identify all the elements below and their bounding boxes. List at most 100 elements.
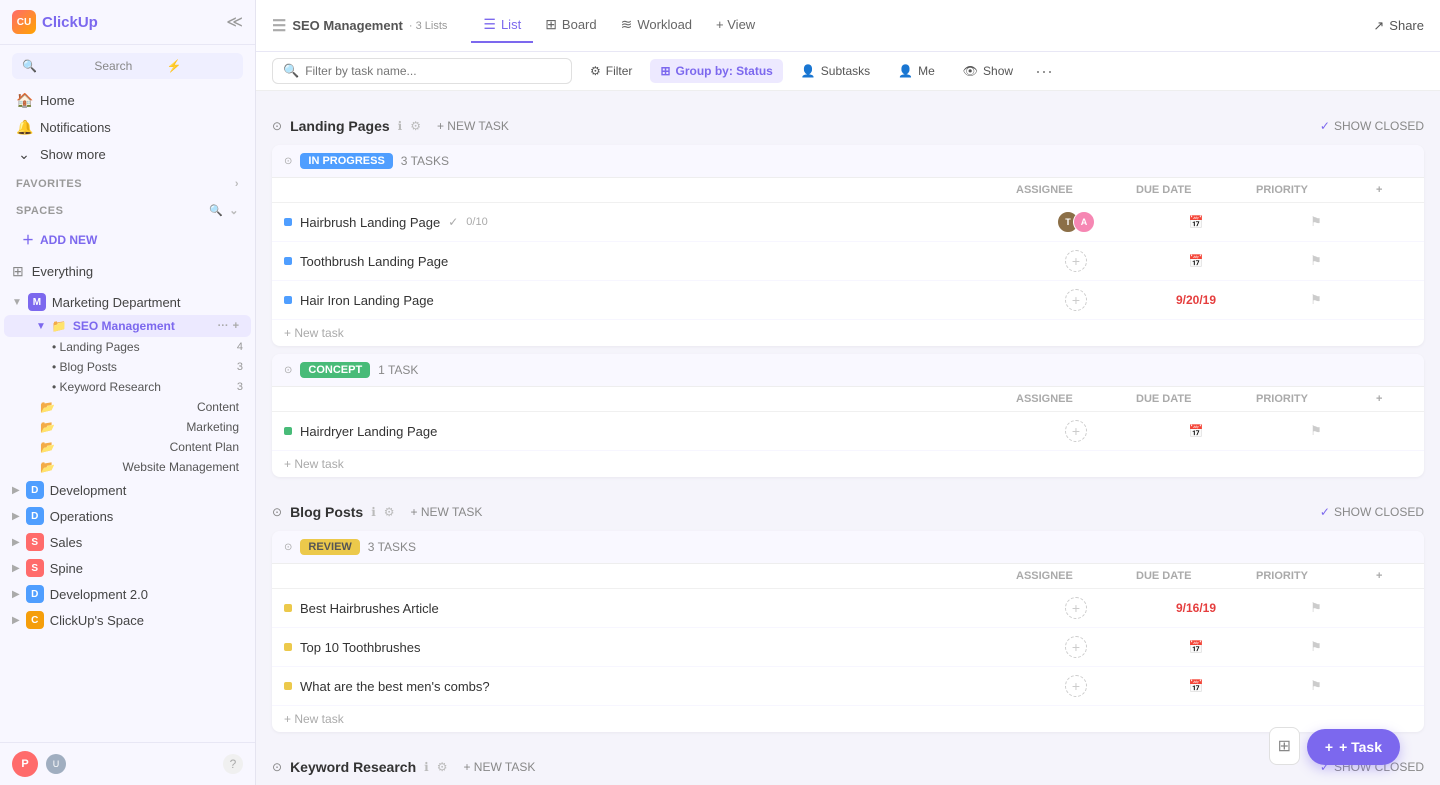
folder-icon-4: 📂	[40, 440, 55, 454]
sidebar-item-website-mgmt[interactable]: 📂 Website Management	[4, 457, 251, 477]
task-row[interactable]: Hairbrush Landing Page ✓ 0/10 T A 📅	[272, 203, 1424, 242]
plus-task-icon: +	[1325, 739, 1333, 755]
sidebar-item-show-more[interactable]: ⌄ Show more	[4, 141, 251, 168]
search-spaces-icon[interactable]: 🔍	[209, 204, 223, 217]
sidebar-bottom: P U ?	[0, 742, 255, 785]
sidebar-child-blog-posts[interactable]: • Blog Posts 3	[0, 357, 255, 377]
sidebar-item-notifications[interactable]: 🔔 Notifications	[4, 114, 251, 141]
help-button[interactable]: ?	[223, 754, 243, 774]
new-task-row-ip[interactable]: + New task	[272, 320, 1424, 346]
task-row[interactable]: Best Hairbrushes Article + 9/16/19 ⚑	[272, 589, 1424, 628]
app-logo[interactable]: CU ClickUp	[12, 10, 98, 34]
space-sales[interactable]: ▶ S Sales	[0, 529, 255, 555]
sidebar-child-landing-pages[interactable]: • Landing Pages 4	[0, 337, 255, 357]
new-task-lp[interactable]: + NEW TASK	[429, 115, 517, 137]
grid-view-button[interactable]: ⊞	[1269, 727, 1300, 765]
flag-icon-4: ⚑	[1310, 423, 1322, 439]
add-new-button[interactable]: ＋ ADD NEW	[8, 225, 247, 254]
chevron-right-icon[interactable]: ›	[235, 178, 239, 190]
settings-icon-lp[interactable]: ⚙	[410, 119, 421, 133]
me-button[interactable]: 👤 Me	[888, 59, 945, 83]
space-spine[interactable]: ▶ S Spine	[0, 555, 255, 581]
flag-icon-7: ⚑	[1310, 678, 1322, 694]
show-closed-lp[interactable]: ✓ SHOW CLOSED	[1320, 119, 1424, 133]
new-task-row-concept[interactable]: + New task	[272, 451, 1424, 477]
new-task-kr[interactable]: + NEW TASK	[455, 756, 543, 778]
task-search-input[interactable]	[305, 64, 561, 78]
task-row[interactable]: What are the best men's combs? + 📅 ⚑	[272, 667, 1424, 706]
settings-icon-bp[interactable]: ⚙	[384, 505, 395, 519]
space-development[interactable]: ▶ D Development	[0, 477, 255, 503]
space-operations[interactable]: ▶ D Operations	[0, 503, 255, 529]
space-dev2[interactable]: ▶ D Development 2.0	[0, 581, 255, 607]
sidebar: CU ClickUp ≪ 🔍 Search ⚡ 🏠 Home 🔔 Notific…	[0, 0, 256, 785]
tab-board[interactable]: ⊞ Board	[533, 8, 608, 43]
grid-icon: ⊞	[12, 263, 24, 280]
new-task-bp[interactable]: + NEW TASK	[403, 501, 491, 523]
sidebar-item-marketing[interactable]: 📂 Marketing	[4, 417, 251, 437]
sidebar-item-seo-management[interactable]: ▼ 📁 SEO Management ··· +	[4, 315, 251, 337]
more-options-icon[interactable]: ···	[218, 320, 229, 332]
share-icon: ↗	[1373, 18, 1384, 34]
add-to-seo-icon[interactable]: +	[233, 320, 239, 332]
tab-add-view[interactable]: + View	[704, 9, 767, 42]
sidebar-child-keyword-research[interactable]: • Keyword Research 3	[0, 377, 255, 397]
dev2-label: Development 2.0	[50, 587, 148, 602]
subtasks-button[interactable]: 👤 Subtasks	[791, 59, 880, 83]
task-search[interactable]: 🔍	[272, 58, 572, 84]
collapse-button[interactable]: ≪	[226, 12, 243, 32]
info-icon-lp[interactable]: ℹ	[398, 119, 403, 133]
add-new-label: ADD NEW	[40, 233, 97, 247]
task-row[interactable]: Hairdryer Landing Page + 📅 ⚑	[272, 412, 1424, 451]
add-task-button[interactable]: + + Task	[1307, 729, 1400, 765]
status-chevron-concept[interactable]: ⊙	[284, 365, 292, 376]
info-icon-bp[interactable]: ℹ	[371, 505, 376, 519]
info-icon-kr[interactable]: ℹ	[424, 760, 429, 774]
task-due-date-red: 9/20/19	[1136, 293, 1256, 307]
more-options-button[interactable]: ···	[1035, 61, 1053, 82]
task-assignee: +	[1016, 289, 1136, 311]
status-chevron-ip[interactable]: ⊙	[284, 156, 292, 167]
new-task-row-review[interactable]: + New task	[272, 706, 1424, 732]
sidebar-item-home[interactable]: 🏠 Home	[4, 87, 251, 114]
chevron-seo-icon: ▼	[36, 321, 46, 332]
filter-label: Filter	[606, 64, 633, 78]
me-label: Me	[918, 64, 935, 78]
chevron-down-spaces-icon[interactable]: ⌄	[229, 204, 239, 217]
sidebar-item-content-plan[interactable]: 📂 Content Plan	[4, 437, 251, 457]
tab-list[interactable]: ☰ List	[471, 8, 533, 43]
task-name: Hairdryer Landing Page	[284, 424, 1016, 439]
section-chevron-kr[interactable]: ⊙	[272, 760, 282, 774]
section-chevron-lp[interactable]: ⊙	[272, 119, 282, 133]
status-chevron-review[interactable]: ⊙	[284, 542, 292, 553]
settings-icon-kr[interactable]: ⚙	[437, 760, 448, 774]
status-badge-review: REVIEW	[300, 539, 359, 555]
task-row[interactable]: Toothbrush Landing Page + 📅 ⚑	[272, 242, 1424, 281]
space-dot-dev2: D	[26, 585, 44, 603]
calendar-icon-3: 📅	[1189, 424, 1204, 438]
calendar-icon-5: 📅	[1189, 679, 1204, 693]
show-closed-bp[interactable]: ✓ SHOW CLOSED	[1320, 505, 1424, 519]
section-chevron-bp[interactable]: ⊙	[272, 505, 282, 519]
group-by-button[interactable]: ⊞ Group by: Status	[650, 59, 782, 83]
chevron-sales-icon: ▶	[12, 537, 20, 548]
filter-button[interactable]: ⚙ Filter	[580, 59, 642, 83]
second-avatar[interactable]: U	[46, 754, 66, 774]
space-marketing[interactable]: ▼ M Marketing Department	[0, 289, 255, 315]
search-box[interactable]: 🔍 Search ⚡	[12, 53, 243, 79]
tab-workload[interactable]: ≋ Workload	[609, 8, 704, 43]
space-clickup[interactable]: ▶ C ClickUp's Space	[0, 607, 255, 633]
project-sub: · 3 Lists	[409, 20, 448, 32]
list-tab-icon: ☰	[483, 16, 496, 33]
show-button[interactable]: 👁 Show	[953, 59, 1023, 83]
flag-icon-3: ⚑	[1310, 292, 1322, 308]
share-button[interactable]: ↗ Share	[1373, 18, 1424, 34]
check-icon: ✓	[448, 215, 458, 229]
task-row[interactable]: Hair Iron Landing Page + 9/20/19 ⚑	[272, 281, 1424, 320]
sidebar-item-everything[interactable]: ⊞ Everything	[0, 258, 255, 285]
user-avatar[interactable]: P	[12, 751, 38, 777]
task-row[interactable]: Top 10 Toothbrushes + 📅 ⚑	[272, 628, 1424, 667]
lightning-icon: ⚡	[167, 59, 233, 73]
task-due-date-red-2: 9/16/19	[1136, 601, 1256, 615]
sidebar-item-content[interactable]: 📂 Content	[4, 397, 251, 417]
